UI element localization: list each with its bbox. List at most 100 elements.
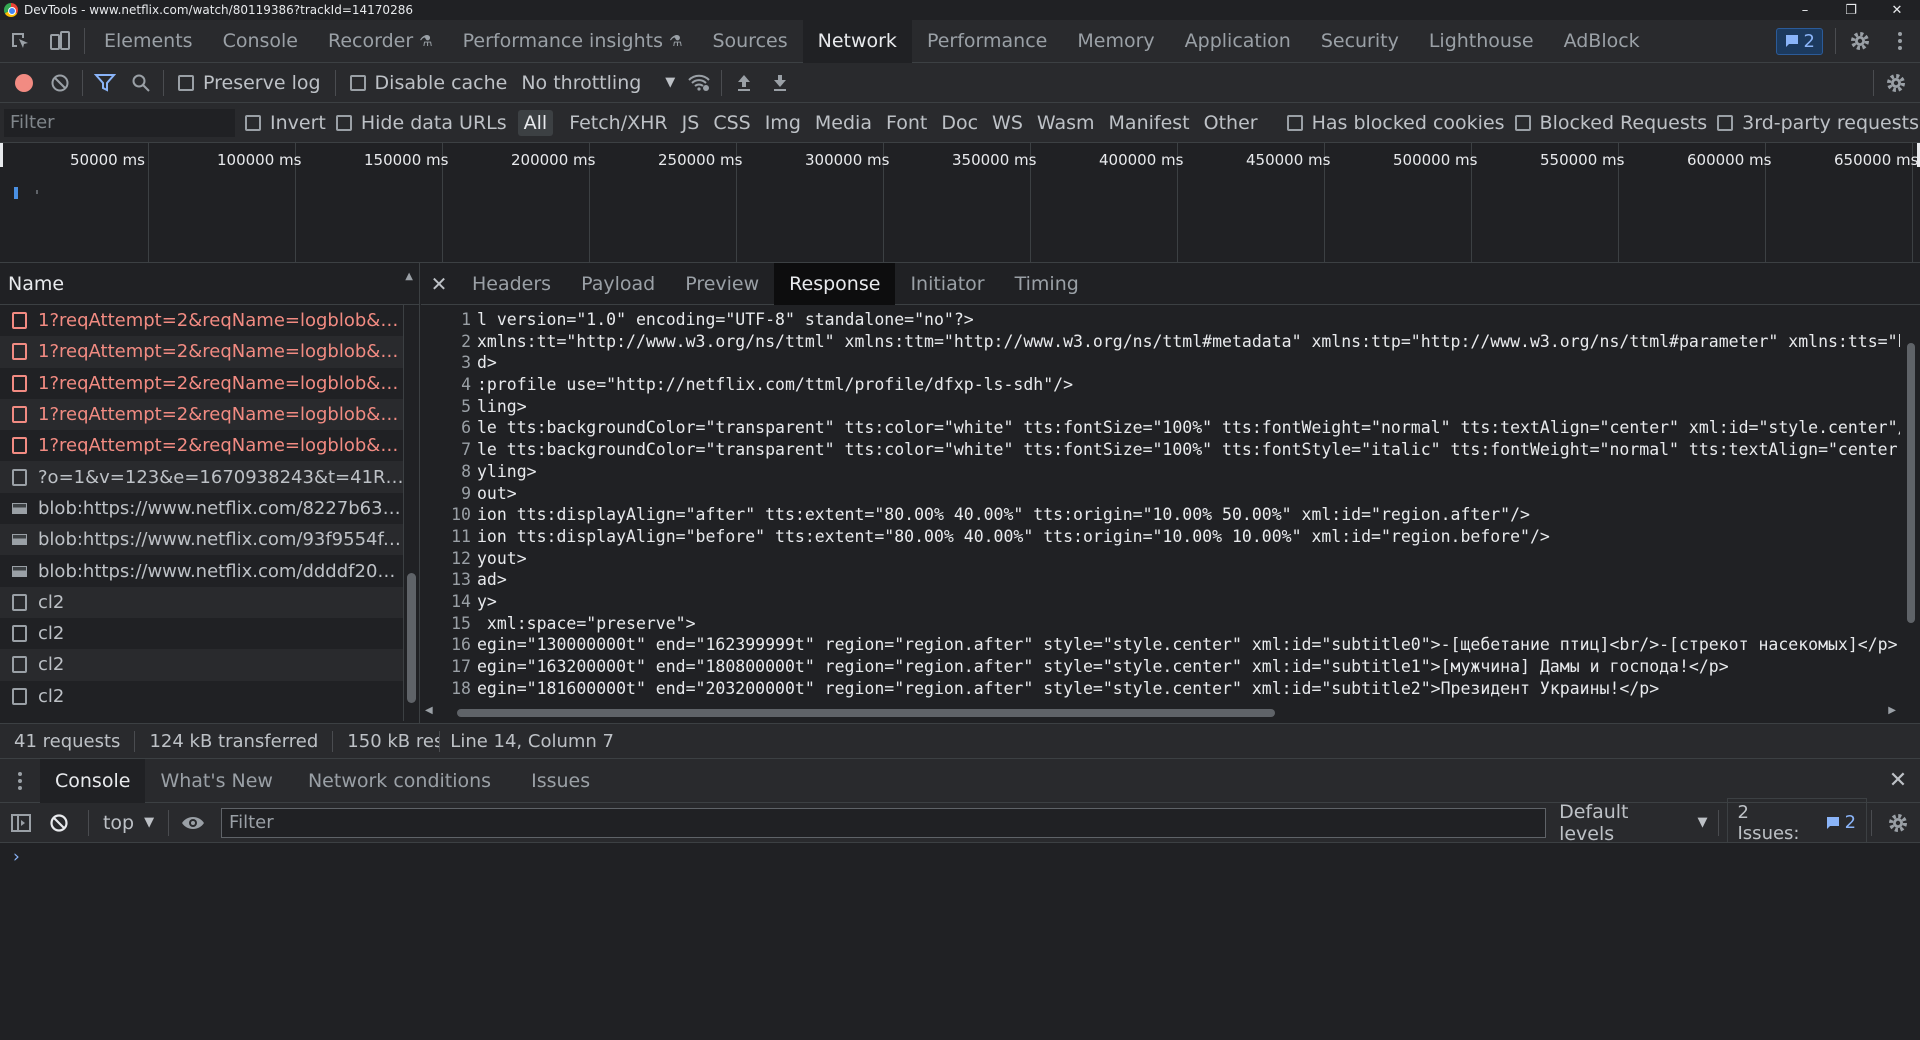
request-list-scrollbar[interactable]: [403, 305, 419, 721]
drawer-menu-icon[interactable]: [0, 771, 40, 791]
console-settings-gear-icon[interactable]: [1876, 812, 1920, 834]
drawer-tab-whats-new[interactable]: What's New: [145, 759, 288, 803]
import-har-upload-icon[interactable]: [726, 63, 762, 103]
log-levels-select[interactable]: Default levels ▼: [1559, 801, 1707, 845]
context-selector[interactable]: top ▼: [103, 812, 154, 834]
tab-recorder[interactable]: Recorder ⚗: [313, 20, 448, 63]
tab-headers[interactable]: Headers: [457, 263, 566, 305]
request-row[interactable]: blob:https://www.netflix.com/8227b63b-86…: [0, 493, 404, 524]
response-vertical-scrollbar[interactable]: [1902, 305, 1920, 705]
request-row[interactable]: cl2: [0, 586, 404, 618]
request-row[interactable]: cl2: [0, 649, 404, 681]
request-row[interactable]: blob:https://www.netflix.com/ddddf206-0f…: [0, 555, 404, 586]
code-line: 15 xml:space="preserve">: [421, 614, 1900, 636]
type-filter-css[interactable]: CSS: [707, 110, 756, 136]
tab-response[interactable]: Response: [774, 262, 896, 305]
type-filter-wasm[interactable]: Wasm: [1031, 110, 1101, 136]
request-row[interactable]: 1?reqAttempt=2&reqName=logblob&clientt..…: [0, 305, 404, 336]
device-toolbar-icon[interactable]: [40, 20, 80, 63]
close-detail-icon[interactable]: ✕: [421, 272, 457, 296]
tab-adblock[interactable]: AdBlock: [1549, 20, 1655, 63]
request-row[interactable]: 1?reqAttempt=2&reqName=logblob&clientt..…: [0, 368, 404, 399]
tab-sources[interactable]: Sources: [697, 20, 802, 63]
console-prompt-chevron-icon[interactable]: ›: [13, 847, 20, 867]
overview-left-handle[interactable]: [0, 143, 3, 167]
type-filter-media[interactable]: Media: [809, 110, 878, 136]
invert-checkbox[interactable]: Invert: [245, 112, 326, 134]
type-filter-other[interactable]: Other: [1198, 110, 1264, 136]
name-column-header[interactable]: Name ▲: [0, 263, 419, 305]
tab-application[interactable]: Application: [1170, 20, 1306, 63]
tab-timing[interactable]: Timing: [1000, 263, 1094, 305]
request-row[interactable]: cl2: [0, 681, 404, 712]
tab-network[interactable]: Network: [802, 19, 912, 63]
type-filter-fetch-xhr[interactable]: Fetch/XHR: [563, 110, 673, 136]
tab-elements[interactable]: Elements: [89, 20, 208, 63]
code-text: ling>: [477, 396, 527, 416]
drawer-tab-console[interactable]: Console: [40, 758, 146, 803]
request-row[interactable]: blob:https://www.netflix.com/93f9554f-d0…: [0, 524, 404, 556]
drawer-tab-issues[interactable]: Issues: [506, 759, 605, 803]
tab-preview[interactable]: Preview: [670, 263, 774, 305]
inspect-element-icon[interactable]: [0, 20, 40, 63]
blocked-requests-checkbox[interactable]: Blocked Requests: [1514, 112, 1707, 134]
request-row[interactable]: 1?reqAttempt=2&reqName=logblob&clientt..…: [0, 336, 404, 368]
tab-security[interactable]: Security: [1306, 20, 1414, 63]
network-filter-input[interactable]: [4, 108, 235, 137]
scrollbar-thumb[interactable]: [457, 709, 1275, 717]
filter-icon[interactable]: [87, 63, 123, 103]
request-row[interactable]: 1?reqAttempt=2&reqName=logblob&clientt..…: [0, 430, 404, 461]
tab-performance[interactable]: Performance: [912, 20, 1062, 63]
request-row[interactable]: 1?reqAttempt=2&reqName=logblob&clientt..…: [0, 398, 404, 431]
drawer-tab-network-conditions[interactable]: Network conditions: [288, 759, 506, 803]
type-filter-doc[interactable]: Doc: [935, 110, 984, 136]
scrollbar-thumb[interactable]: [407, 573, 416, 703]
tab-performance-insights[interactable]: Performance insights ⚗: [448, 20, 698, 63]
request-row[interactable]: ?o=1&v=123&e=1670938243&t=41Rkmab4...: [0, 461, 404, 493]
close-drawer-icon[interactable]: ✕: [1876, 768, 1920, 793]
tab-memory[interactable]: Memory: [1062, 20, 1169, 63]
more-vert-icon[interactable]: [1880, 20, 1920, 63]
response-horizontal-scrollbar[interactable]: ◀ ▶: [421, 705, 1900, 721]
timeline-tick-label: 300000 ms: [805, 151, 890, 169]
settings-gear-icon[interactable]: [1840, 20, 1880, 63]
clear-icon[interactable]: [42, 63, 78, 103]
type-filter-all[interactable]: All: [517, 109, 554, 136]
record-icon[interactable]: [6, 63, 42, 103]
clear-console-icon[interactable]: [42, 813, 76, 833]
live-expression-eye-icon[interactable]: [173, 815, 213, 831]
search-icon[interactable]: [123, 63, 159, 103]
console-issues-button[interactable]: 2 Issues: 2: [1726, 797, 1868, 848]
type-filter-img[interactable]: Img: [759, 110, 807, 136]
tab-console[interactable]: Console: [208, 20, 313, 63]
disable-cache-checkbox[interactable]: Disable cache: [349, 72, 507, 94]
type-filter-ws[interactable]: WS: [986, 110, 1029, 136]
close-window-icon[interactable]: ✕: [1874, 0, 1920, 20]
type-filter-manifest[interactable]: Manifest: [1103, 110, 1196, 136]
console-output[interactable]: ›: [0, 843, 1920, 1040]
throttling-select[interactable]: No throttling ▼: [521, 72, 675, 94]
minimize-icon[interactable]: –: [1782, 0, 1828, 20]
type-filter-js[interactable]: JS: [676, 110, 706, 136]
scroll-left-arrow-icon[interactable]: ◀: [425, 705, 433, 716]
response-code-view[interactable]: 1 l version="1.0" encoding="UTF-8" standa…: [421, 310, 1900, 700]
scrollbar-thumb[interactable]: [1907, 343, 1915, 623]
has-blocked-cookies-checkbox[interactable]: Has blocked cookies: [1286, 112, 1505, 134]
request-row[interactable]: cl2: [0, 618, 404, 649]
preserve-log-checkbox[interactable]: Preserve log: [178, 72, 321, 94]
console-filter-input[interactable]: [221, 807, 1547, 838]
export-har-download-icon[interactable]: [762, 63, 798, 103]
type-filter-font[interactable]: Font: [880, 110, 933, 136]
sidebar-toggle-icon[interactable]: [0, 813, 42, 833]
tab-payload[interactable]: Payload: [566, 263, 670, 305]
network-overview-timeline[interactable]: 50000 ms 100000 ms 150000 ms 200000 ms 25000…: [0, 143, 1920, 263]
network-settings-gear-icon[interactable]: [1878, 63, 1914, 103]
restore-icon[interactable]: ❐: [1828, 0, 1874, 20]
issues-badge[interactable]: 2: [1775, 27, 1823, 55]
scroll-right-arrow-icon[interactable]: ▶: [1888, 705, 1896, 716]
tab-initiator[interactable]: Initiator: [895, 263, 999, 305]
third-party-requests-checkbox[interactable]: 3rd-party requests: [1717, 112, 1919, 134]
tab-lighthouse[interactable]: Lighthouse: [1414, 20, 1549, 63]
network-conditions-wifi-icon[interactable]: [681, 63, 717, 103]
hide-data-urls-checkbox[interactable]: Hide data URLs: [335, 112, 507, 134]
